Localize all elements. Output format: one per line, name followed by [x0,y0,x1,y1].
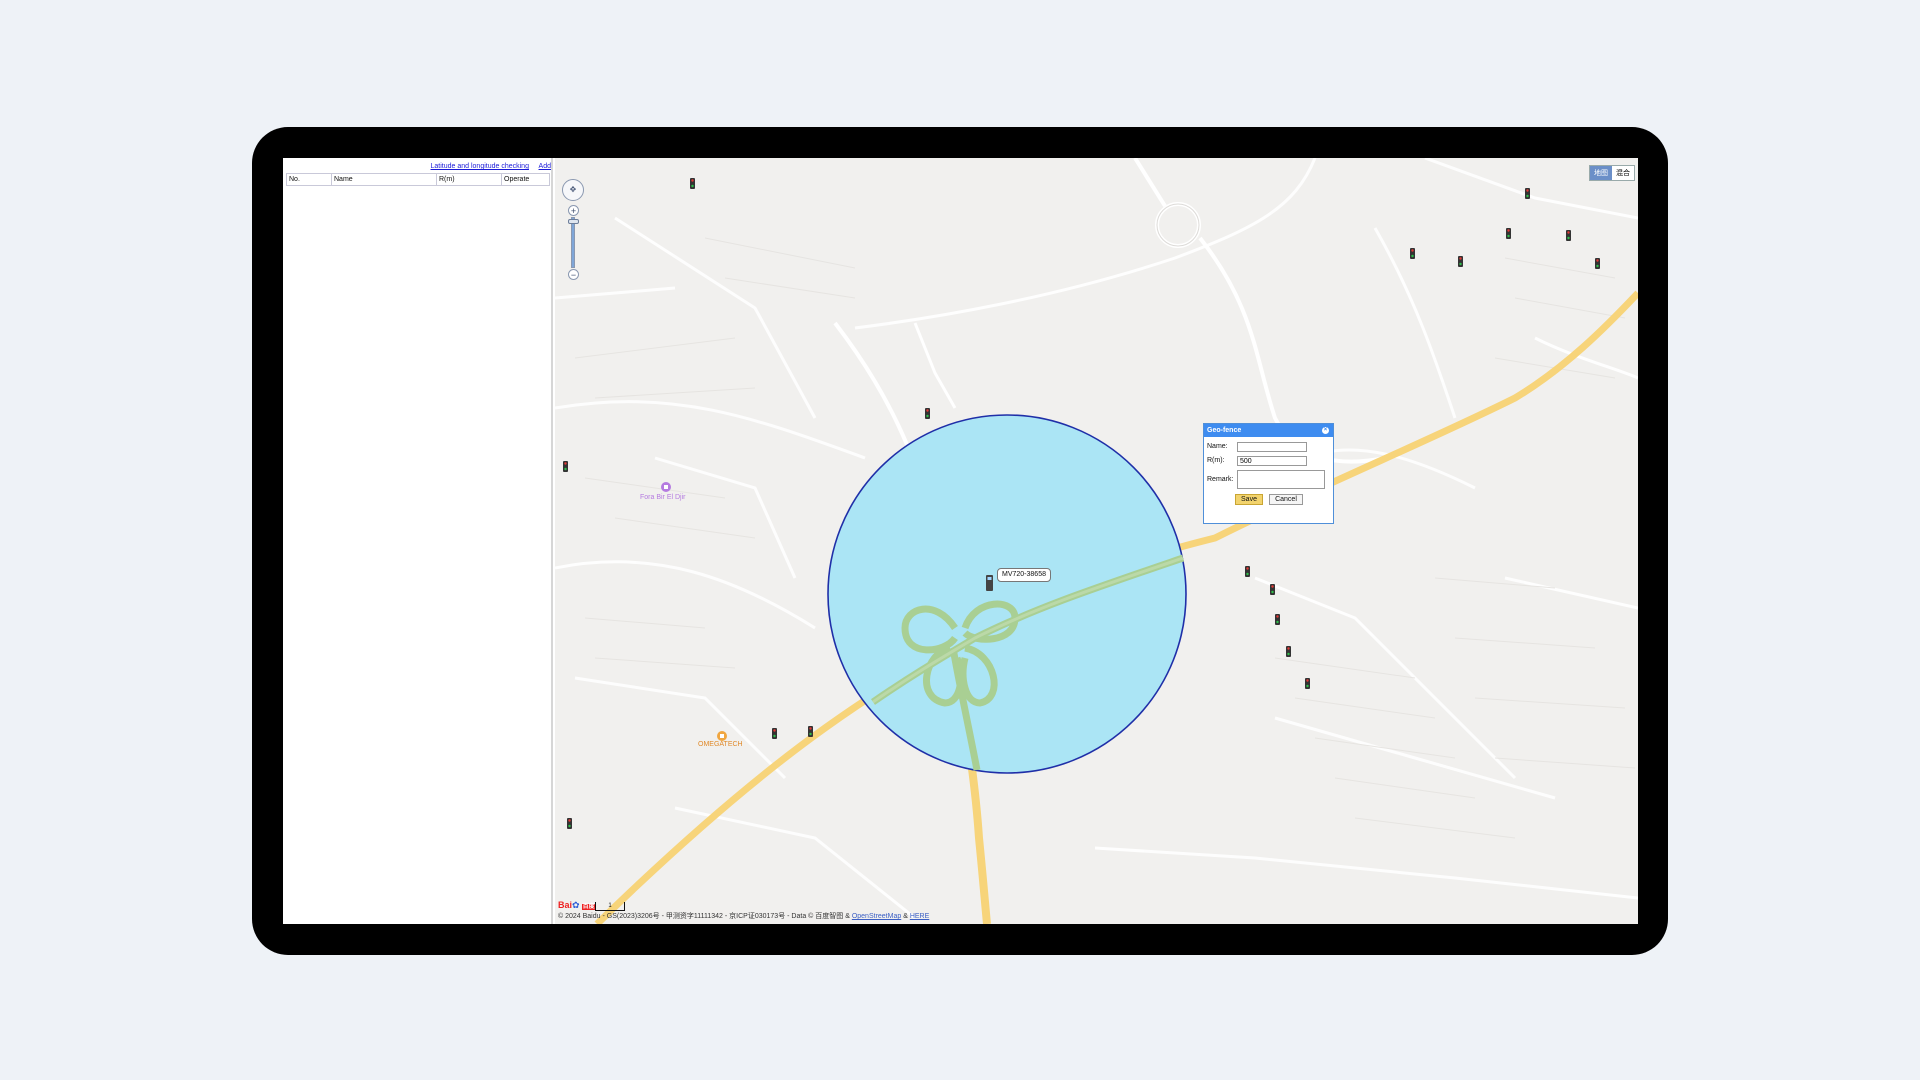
col-operate: Operate [501,173,550,186]
geofence-dialog: Geo-fence × Name: R(m): Remark: Save Can… [1203,423,1334,524]
traffic-light-layer [563,178,1600,829]
scale-bar: 1 [595,902,625,911]
close-icon[interactable]: × [1322,427,1329,434]
map-type-normal[interactable]: 地图 [1590,166,1612,180]
panel-links: Latitude and longitude checking Add [431,163,552,173]
pan-control[interactable]: ✥ [562,179,584,201]
remark-textarea[interactable] [1237,470,1325,489]
add-link[interactable]: Add [539,163,551,170]
dialog-titlebar: Geo-fence × [1204,424,1333,437]
dialog-title: Geo-fence [1207,427,1242,434]
footer-amp: & [903,913,908,920]
vehicle-marker-icon[interactable] [985,575,995,593]
zoom-slider-thumb[interactable] [568,219,579,224]
paw-icon: ✿ [572,900,580,910]
scale-text: 1 [608,903,612,909]
lat-lng-check-link[interactable]: Latitude and longitude checking [431,163,529,170]
cancel-button[interactable]: Cancel [1269,494,1303,505]
map-type-hybrid[interactable]: 混合 [1612,166,1634,180]
fuel-poi-icon[interactable] [656,480,676,494]
geofence-table: No. Name R(m) Operate [286,173,550,186]
save-button[interactable]: Save [1235,494,1263,505]
remark-label: Remark: [1207,476,1234,483]
copyright-text: © 2024 Baidu - GS(2023)3206号 - 甲测资字11111… [558,913,850,920]
zoom-slider-track[interactable] [571,217,575,268]
screen: Latitude and longitude checking Add No. … [283,158,1638,924]
baidu-logo-cn: 百度 [581,904,596,910]
col-name: Name [331,173,437,186]
radius-label: R(m): [1207,457,1225,464]
vehicle-label[interactable]: MV720-38658 [997,568,1051,582]
osm-link[interactable]: OpenStreetMap [852,913,901,920]
name-input[interactable] [1237,442,1307,452]
map-copyright: © 2024 Baidu - GS(2023)3206号 - 甲测资字11111… [558,911,929,921]
geofence-list-panel: Latitude and longitude checking Add No. … [283,158,553,924]
name-label: Name: [1207,443,1228,450]
baidu-logo-text: Bai [558,900,573,910]
here-link[interactable]: HERE [910,913,929,920]
map-canvas[interactable]: Fora Bir El Djir OMEGATECH MV720-38658 ✥… [555,158,1638,924]
map-type-switch: 地图 混合 [1589,165,1635,181]
col-no: No. [286,173,332,186]
radius-input[interactable] [1237,456,1307,466]
zoom-out-button[interactable]: − [568,269,579,280]
table-header-row: No. Name R(m) Operate [286,173,550,186]
col-radius: R(m) [436,173,502,186]
poi-label-fora[interactable]: Fora Bir El Djir [640,494,686,501]
poi-label-omegatech[interactable]: OMEGATECH [698,741,743,748]
zoom-in-button[interactable]: + [568,205,579,216]
baidu-logo: Bai✿ 百度 [558,900,596,911]
